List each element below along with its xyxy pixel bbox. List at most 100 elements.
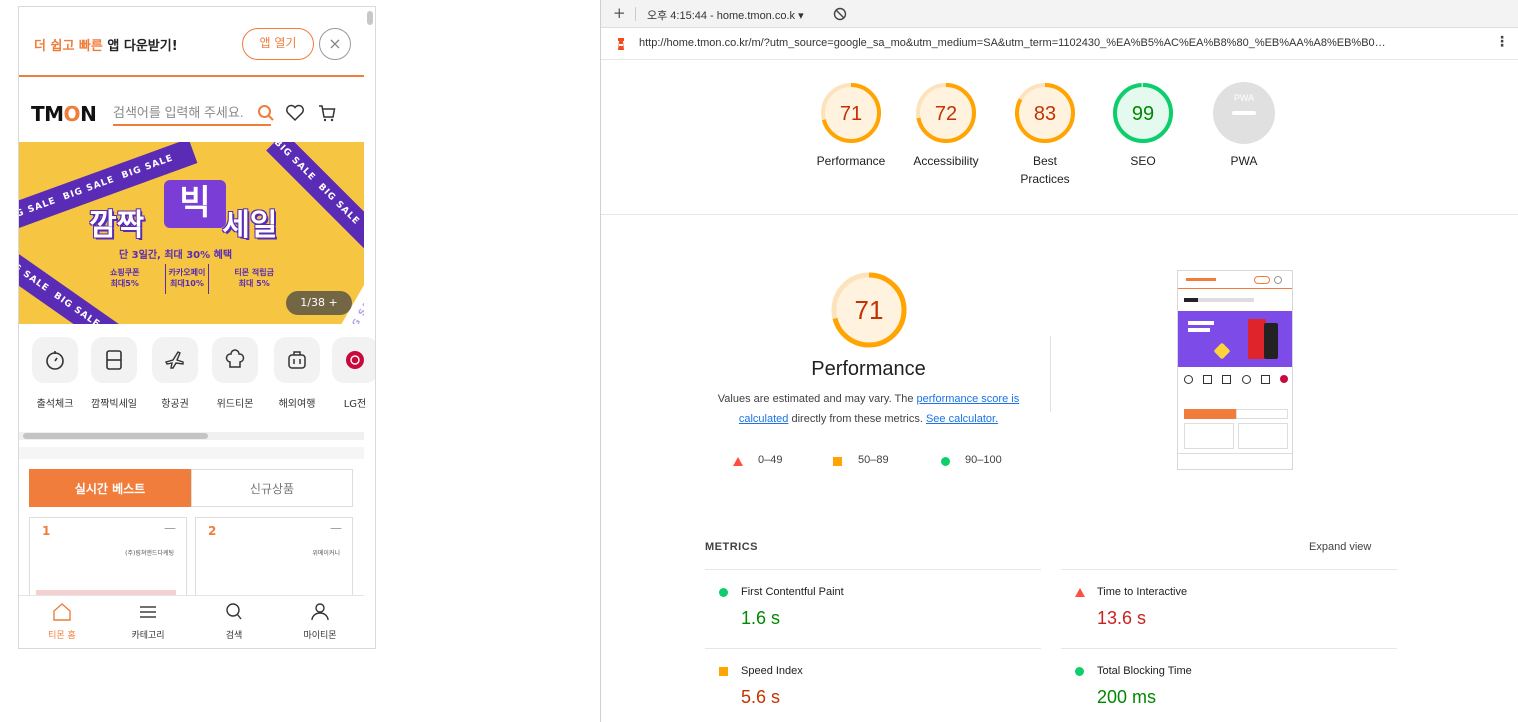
category-scrollbar[interactable] <box>19 432 364 440</box>
chef-hat-icon <box>225 349 245 368</box>
fail-triangle-icon <box>733 457 743 466</box>
nav-category[interactable]: 카테고리 <box>105 602 191 641</box>
final-screenshot-thumbnail[interactable] <box>1177 270 1293 470</box>
product-card[interactable]: 1 — (주)림쳐앤드다케팅 <box>29 517 187 597</box>
gauge-label: PWA <box>1230 154 1258 168</box>
card-rank-change: — <box>330 521 342 535</box>
performance-title: Performance <box>811 358 926 380</box>
thumb-cat <box>1222 375 1232 384</box>
category-item[interactable]: 해외여행 <box>271 337 323 410</box>
search-icon[interactable] <box>257 104 275 122</box>
bottom-navigation: 티몬 홈 카테고리 검색 마이티몬 <box>19 595 364 648</box>
gauge-label: Performance <box>816 154 886 168</box>
more-options-icon[interactable]: ⋮ <box>1495 34 1509 50</box>
stripe-text: BIG SALE <box>19 255 51 295</box>
metric-time-to-interactive: Time to Interactive 13.6 s <box>1075 586 1375 646</box>
open-app-button[interactable]: 앱 열기 <box>242 28 314 60</box>
pass-circle-icon <box>1075 667 1084 676</box>
stripe-text: BIG SALE <box>19 196 58 224</box>
category-item[interactable]: 위드티몬 <box>209 337 261 410</box>
performance-score: 71 <box>854 295 883 325</box>
nav-my-tmon[interactable]: 마이티몬 <box>277 602 363 641</box>
stripe-text: BIG SALE <box>120 153 175 182</box>
thumb-phone-image <box>1264 323 1278 359</box>
lg-logo-icon <box>346 351 364 369</box>
gauge-best-practices[interactable]: 83 Best Practices <box>995 82 1095 188</box>
metric-value: 13.6 s <box>1097 608 1147 628</box>
thumb-card <box>1184 423 1234 449</box>
category-item[interactable]: 출석체크 <box>29 337 81 410</box>
legend-range: 90–100 <box>965 454 1002 466</box>
gauge-label: SEO <box>1130 154 1156 168</box>
promo-banner[interactable]: BIG SALE BIG SALE BIG SALE BIG SALE BIG … <box>19 142 364 324</box>
gauge-performance[interactable]: 71 Performance <box>801 82 901 170</box>
menu-icon <box>140 606 156 618</box>
section-divider <box>601 214 1518 215</box>
thumb-text <box>1186 278 1216 281</box>
report-selector[interactable]: 오후 4:15:44 - home.tmon.co.k ▾ <box>647 7 804 23</box>
suitcase-icon <box>288 351 306 369</box>
tab-realtime-best[interactable]: 실시간 베스트 <box>29 469 191 507</box>
category-item[interactable]: LG전 <box>329 337 375 410</box>
average-square-icon <box>719 667 728 676</box>
pwa-badge-text: PWA <box>1234 93 1254 103</box>
card-rank: 2 <box>208 524 217 538</box>
tmon-logo[interactable]: TMON <box>31 102 97 126</box>
expand-view-toggle[interactable]: Expand view <box>1309 541 1371 553</box>
toolbar-separator <box>635 7 636 21</box>
gauge-accessibility[interactable]: 72 Accessibility <box>896 82 996 170</box>
thumb-cat <box>1203 375 1213 384</box>
card-brand: (주)림쳐앤드다케팅 <box>125 550 174 557</box>
metric-name: Speed Index <box>741 665 803 677</box>
promo-title-left: 깜짝 <box>89 208 145 243</box>
chip-line2: 최대 5% <box>238 279 270 288</box>
logo-part-o: O <box>63 102 81 126</box>
cart-icon[interactable] <box>317 103 337 123</box>
tab-new-products[interactable]: 신규상품 <box>191 469 353 507</box>
product-card[interactable]: 2 — 위메이커니 <box>195 517 353 597</box>
thumb-card <box>1238 423 1288 449</box>
gauge-label: Best Practices <box>1020 154 1070 186</box>
airplane-icon <box>164 351 184 369</box>
category-shortcuts: 출석체크 깜짝빅세일 항공권 위드티몬 해외여행 LG전 <box>19 337 375 419</box>
legend-range: 0–49 <box>758 454 783 466</box>
scrollbar-thumb[interactable] <box>23 433 208 439</box>
preview-scrollbar[interactable] <box>367 11 373 25</box>
category-icon-box <box>152 337 198 383</box>
gauge-ring: 99 <box>1113 83 1173 143</box>
category-item[interactable]: 항공권 <box>149 337 201 410</box>
promo-chip: 티몬 적립금 최대 5% <box>231 264 277 294</box>
report-url: http://home.tmon.co.kr/m/?utm_source=goo… <box>639 37 1386 49</box>
gauge-label: Accessibility <box>913 154 979 168</box>
banner-counter[interactable]: 1/38 + <box>286 291 352 315</box>
stripe-text: BIG SALE <box>51 290 102 324</box>
gauge-seo[interactable]: 99 SEO <box>1093 82 1193 170</box>
pass-circle-icon <box>941 457 950 466</box>
stripe-text: BIG SALE <box>315 181 362 228</box>
gauge-pwa[interactable]: PWA PWA <box>1194 82 1294 170</box>
performance-description: Values are estimated and may vary. The p… <box>701 389 1036 429</box>
thumb-cat <box>1241 375 1251 384</box>
category-item[interactable]: 깜짝빅세일 <box>88 337 140 410</box>
clear-icon[interactable] <box>833 7 847 21</box>
performance-summary: 71 Performance Values are estimated and … <box>701 270 1036 480</box>
metric-speed-index: Speed Index 5.6 s <box>719 665 1019 722</box>
nav-label: 티몬 홈 <box>48 631 76 641</box>
nav-home[interactable]: 티몬 홈 <box>19 602 105 641</box>
search-input[interactable] <box>113 100 271 126</box>
thumb-button <box>1254 276 1270 284</box>
category-label: 출석체크 <box>36 399 74 410</box>
close-banner-button[interactable]: × <box>319 28 351 60</box>
heart-icon[interactable] <box>285 104 305 122</box>
nav-search[interactable]: 검색 <box>191 602 277 641</box>
thumb-cat <box>1260 375 1270 384</box>
category-icon-box <box>32 337 78 383</box>
chip-line2: 최대5% <box>110 279 139 288</box>
category-label: 위드티몬 <box>216 399 254 410</box>
metric-divider <box>1061 648 1397 649</box>
see-calculator-link[interactable]: See calculator. <box>926 413 998 425</box>
new-report-button[interactable]: + <box>613 4 626 22</box>
search-header: TMON <box>19 87 364 137</box>
person-icon <box>311 603 329 621</box>
svg-text:71: 71 <box>840 103 862 125</box>
